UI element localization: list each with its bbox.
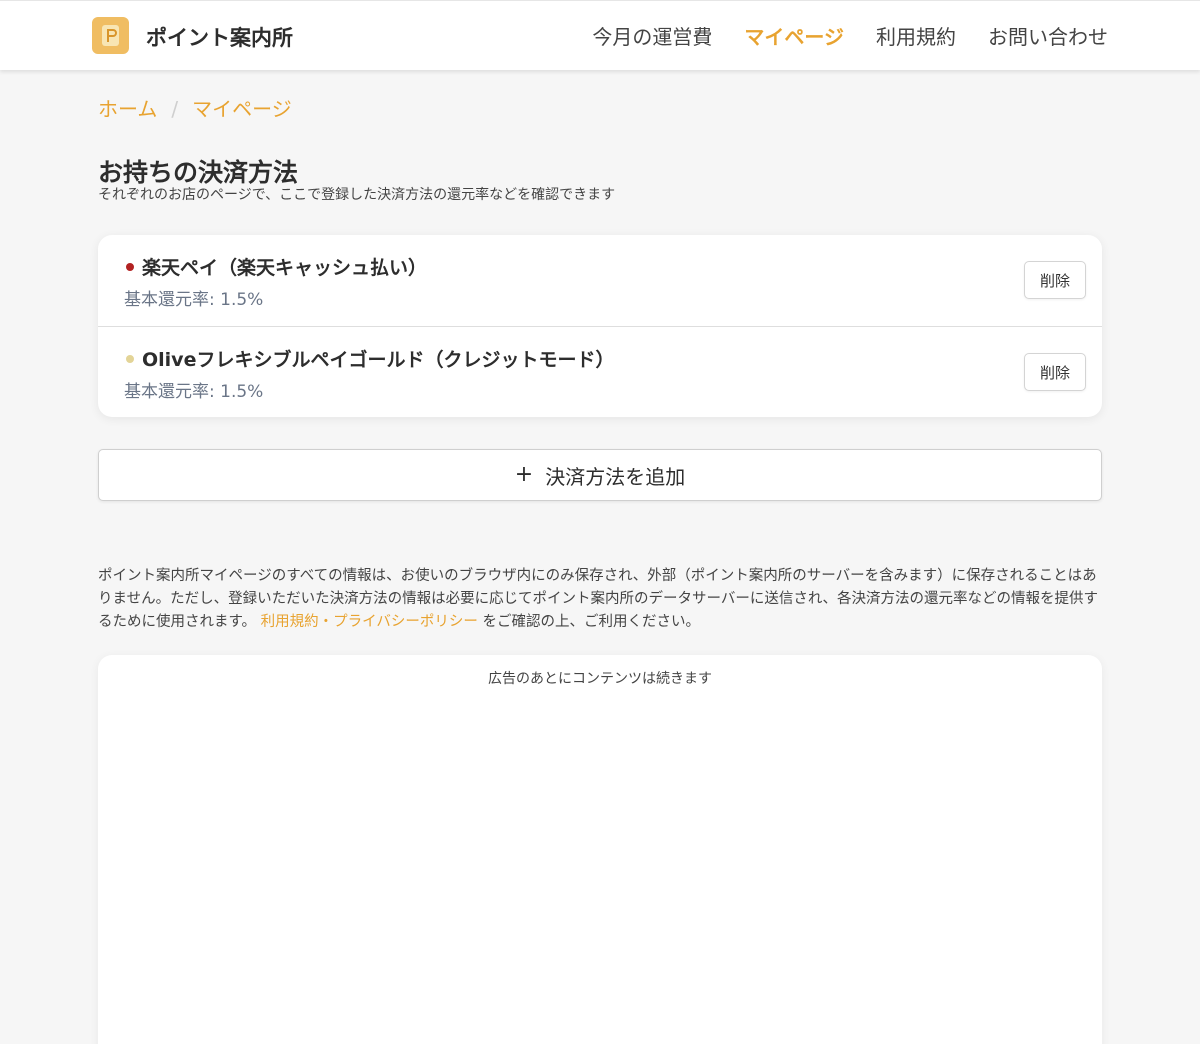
site-title[interactable]: ポイント案内所 [146, 22, 293, 52]
payment-methods-card: 楽天ペイ（楽天キャッシュ払い） 基本還元率: 1.5% 削除 Oliveフレキシ… [98, 235, 1102, 417]
ad-container: 広告のあとにコンテンツは続きます [98, 655, 1102, 1044]
breadcrumb-home-link[interactable]: ホーム [98, 97, 157, 121]
breadcrumb-current[interactable]: マイページ [192, 97, 292, 121]
nav-item-terms[interactable]: 利用規約 [876, 21, 956, 50]
nav-item-operating-costs[interactable]: 今月の運営費 [592, 21, 712, 50]
payment-method-row: 楽天ペイ（楽天キャッシュ払い） 基本還元率: 1.5% 削除 [98, 235, 1102, 326]
add-payment-method-button[interactable]: + 決済方法を追加 [98, 449, 1102, 501]
payment-method-row: Oliveフレキシブルペイゴールド（クレジットモード） 基本還元率: 1.5% … [98, 326, 1102, 417]
add-button-label: 決済方法を追加 [545, 464, 686, 489]
payment-method-rate: 基本還元率: 1.5% [124, 290, 264, 310]
status-dot-icon [126, 263, 134, 271]
ad-label: 広告のあとにコンテンツは続きます [488, 671, 712, 687]
plus-icon: + [514, 462, 534, 487]
site-header: ポイント案内所 今月の運営費 マイページ 利用規約 お問い合わせ [0, 0, 1200, 70]
notice-text-end: をご確認の上、ご利用ください。 [482, 614, 701, 630]
nav-item-mypage[interactable]: マイページ [744, 21, 844, 50]
breadcrumb-separator: / [171, 97, 179, 121]
payment-method-name: 楽天ペイ（楽天キャッシュ払い） [142, 257, 428, 279]
payment-method-rate: 基本還元率: 1.5% [124, 382, 264, 402]
nav-item-contact[interactable]: お問い合わせ [988, 21, 1108, 50]
privacy-notice: ポイント案内所マイページのすべての情報は、お使いのブラウザ内にのみ保存され、外部… [98, 565, 1102, 634]
terms-privacy-link[interactable]: 利用規約・プライバシーポリシー [261, 614, 478, 630]
p-logo-icon[interactable] [92, 17, 129, 54]
status-dot-icon [126, 355, 134, 363]
delete-button[interactable]: 削除 [1024, 353, 1086, 391]
main-nav: 今月の運営費 マイページ 利用規約 お問い合わせ [592, 21, 1108, 50]
delete-button[interactable]: 削除 [1024, 261, 1086, 299]
payment-method-name: Oliveフレキシブルペイゴールド（クレジットモード） [142, 349, 615, 371]
breadcrumb: ホーム / マイページ [98, 93, 292, 122]
page-subtitle: それぞれのお店のページで、ここで登録した決済方法の還元率などを確認できます [98, 187, 616, 203]
